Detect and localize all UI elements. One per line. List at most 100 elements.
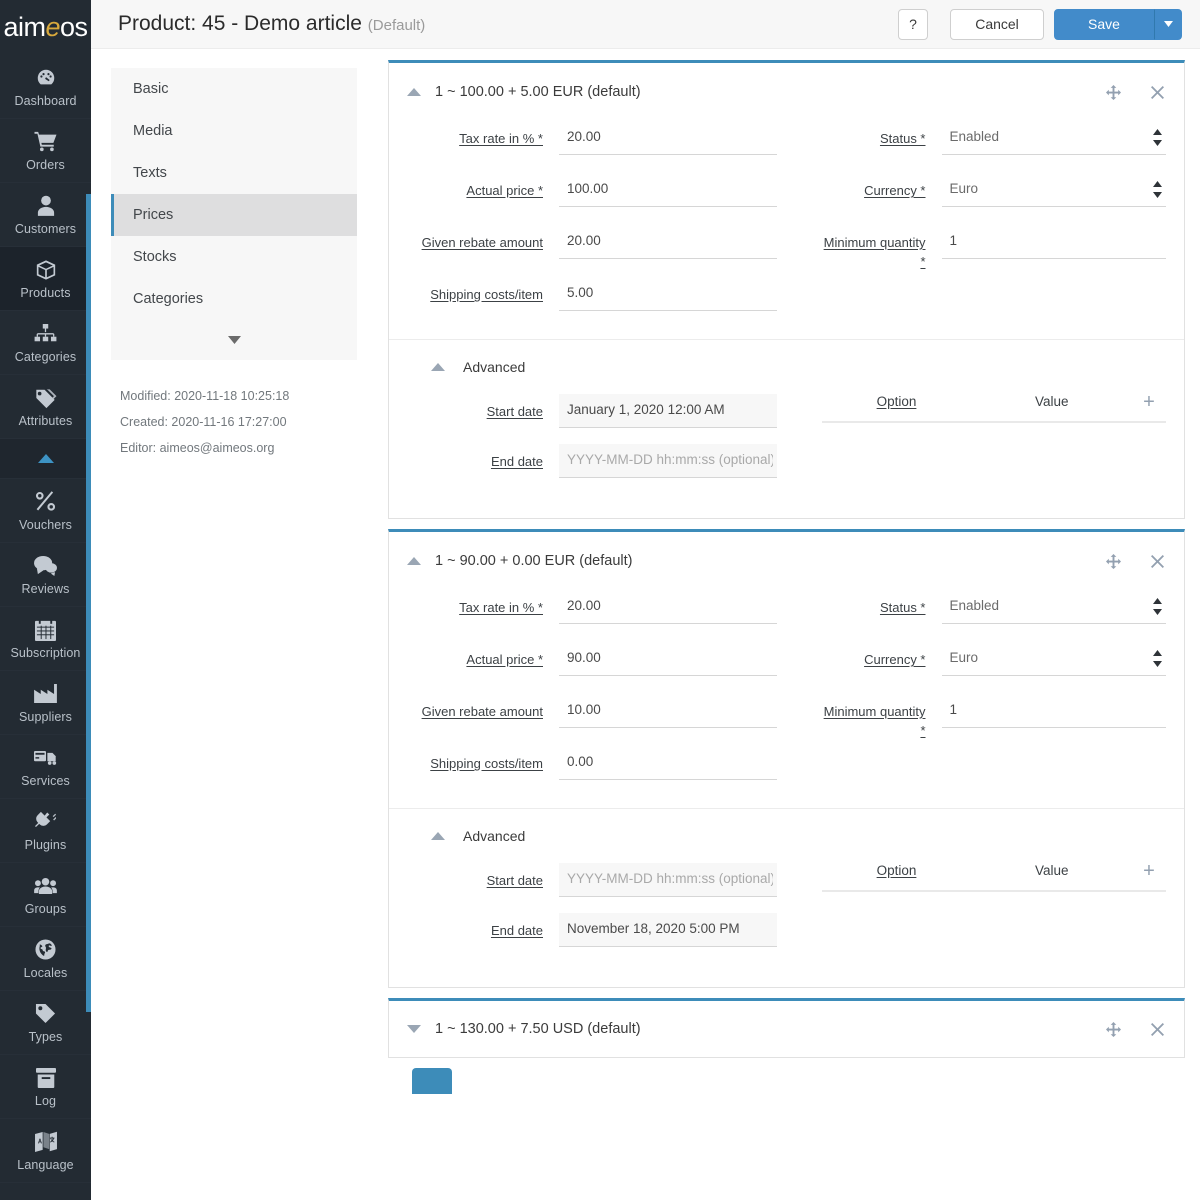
chevron-up-icon[interactable] [403, 81, 425, 103]
sidebar-item-label: Products [20, 285, 71, 300]
actual-price-input[interactable] [559, 173, 777, 207]
sidebar-item-subscription[interactable]: Subscription [0, 607, 91, 671]
min-quantity-input[interactable] [941, 225, 1166, 259]
nav-item-basic[interactable]: Basic [111, 68, 357, 110]
sidebar-item-dashboard[interactable]: Dashboard [0, 55, 91, 119]
currency-select[interactable]: Euro [941, 642, 1166, 676]
plus-icon[interactable]: + [1132, 861, 1166, 881]
currency-select[interactable]: Euro [941, 173, 1166, 207]
nav-item-texts[interactable]: Texts [111, 152, 357, 194]
plus-icon[interactable]: + [1132, 392, 1166, 412]
price-panel-body: Tax rate in % * Actual price * Given rebat… [389, 121, 1184, 339]
actual-price-input[interactable] [559, 642, 777, 676]
page-title-subtitle: (Default) [367, 17, 426, 34]
sidebar-item-vouchers[interactable]: Vouchers [0, 479, 91, 543]
sidebar-item-customers[interactable]: Customers [0, 183, 91, 247]
close-icon[interactable] [1148, 552, 1166, 570]
price-panel-header: 1 ~ 90.00 + 0.00 EUR (default) [389, 532, 1184, 590]
chevron-up-icon[interactable] [427, 825, 449, 847]
given-rebate-input[interactable] [559, 225, 777, 259]
nav-item-label: Basic [133, 81, 169, 97]
sidebar-item-groups[interactable]: Groups [0, 863, 91, 927]
min-quantity-field-label: Minimum quantity * [823, 235, 926, 269]
sidebar-item-reviews[interactable]: Reviews [0, 543, 91, 607]
start-date-field: Start date [407, 394, 777, 428]
sidebar-scrollbar[interactable] [86, 194, 91, 1012]
price-panel-body: Tax rate in % * Actual price * Given rebat… [389, 590, 1184, 808]
status-field: Status *EnabledEnabled [822, 590, 1166, 624]
value-column-header: Value [1034, 394, 1069, 409]
save-button[interactable]: Save [1054, 8, 1154, 40]
price-panel: 1 ~ 130.00 + 7.50 USD (default) [388, 998, 1185, 1058]
advanced-header[interactable]: Advanced [407, 356, 1166, 378]
chevron-up-icon [34, 447, 58, 471]
nav-item-stocks[interactable]: Stocks [111, 236, 357, 278]
close-icon[interactable] [1148, 83, 1166, 101]
end-date-input[interactable] [559, 444, 777, 478]
close-icon[interactable] [1148, 1020, 1166, 1038]
shipping-costs-input[interactable] [559, 746, 777, 780]
option-column-header: Option [876, 394, 917, 409]
sidebar-item-plugins[interactable]: Plugins [0, 799, 91, 863]
sidebar-item-label: Orders [26, 157, 65, 172]
chevron-up-icon[interactable] [403, 550, 425, 572]
sidebar-item-label: Locales [23, 965, 68, 980]
page-title-text: Product: 45 - Demo article [118, 12, 362, 35]
sidebar-item-products[interactable]: Products [0, 247, 91, 311]
save-caret-down-icon[interactable] [1154, 8, 1182, 40]
move-icon[interactable] [1104, 552, 1122, 570]
price-panel-title: 1 ~ 90.00 + 0.00 EUR (default) [435, 553, 633, 569]
start-date-input[interactable] [559, 394, 777, 428]
sidebar-item-label: Categories [14, 349, 77, 364]
sidebar-collapse-toggle[interactable] [0, 439, 91, 479]
nav-item-categories[interactable]: Categories [111, 278, 357, 320]
min-quantity-input[interactable] [941, 694, 1166, 728]
status-field-label: Status * [879, 600, 926, 615]
move-icon[interactable] [1104, 83, 1122, 101]
tax-rate-input[interactable] [559, 590, 777, 624]
nav-more-chevron-down-icon[interactable] [111, 320, 357, 360]
dashboard-icon [34, 66, 58, 90]
help-button[interactable]: ? [898, 8, 928, 40]
price-panel-tools [1104, 83, 1166, 101]
advanced-header[interactable]: Advanced [407, 825, 1166, 847]
header-actions: ? Cancel Save [898, 8, 1182, 40]
chevron-down-icon[interactable] [403, 1018, 425, 1040]
nav-item-media[interactable]: Media [111, 110, 357, 152]
sidebar-item-suppliers[interactable]: Suppliers [0, 671, 91, 735]
sidebar-item-categories[interactable]: Categories [0, 311, 91, 375]
sidebar-item-label: Services [21, 773, 70, 788]
end-date-field: End date [407, 444, 777, 478]
sidebar-item-locales[interactable]: Locales [0, 927, 91, 991]
chevron-up-icon[interactable] [427, 356, 449, 378]
nav-item-label: Categories [133, 291, 204, 307]
cancel-button[interactable]: Cancel [950, 8, 1044, 40]
start-date-input[interactable] [559, 863, 777, 897]
sidebar-item-language[interactable]: Language [0, 1119, 91, 1183]
sidebar-item-orders[interactable]: Orders [0, 119, 91, 183]
user-icon [34, 194, 58, 218]
shipping-costs-field-label: Shipping costs/item [430, 756, 543, 771]
sidebar-item-services[interactable]: Services [0, 735, 91, 799]
tax-rate-input[interactable] [559, 121, 777, 155]
shipping-costs-input[interactable] [559, 277, 777, 311]
sidebar-item-attributes[interactable]: Attributes [0, 375, 91, 439]
option-value-header: Option Value + [821, 861, 1166, 892]
add-price-button[interactable] [412, 1068, 452, 1094]
sidebar-item-label: Suppliers [18, 709, 72, 724]
tag-icon [34, 1002, 58, 1026]
status-select[interactable]: Enabled [941, 121, 1166, 155]
sidebar-item-label: Plugins [24, 837, 67, 852]
end-date-field-label: End date [490, 454, 543, 469]
users-icon [34, 874, 58, 898]
status-select[interactable]: Enabled [941, 590, 1166, 624]
price-panel-title: 1 ~ 130.00 + 7.50 USD (default) [435, 1021, 641, 1037]
aimeos-logo[interactable]: aim e os [0, 0, 91, 55]
sidebar-item-types[interactable]: Types [0, 991, 91, 1055]
end-date-input[interactable] [559, 913, 777, 947]
meta-modified: Modified: 2020-11-18 10:25:18 [120, 389, 290, 403]
given-rebate-input[interactable] [559, 694, 777, 728]
move-icon[interactable] [1104, 1020, 1122, 1038]
sidebar-item-log[interactable]: Log [0, 1055, 91, 1119]
nav-item-prices[interactable]: Prices [111, 194, 357, 236]
